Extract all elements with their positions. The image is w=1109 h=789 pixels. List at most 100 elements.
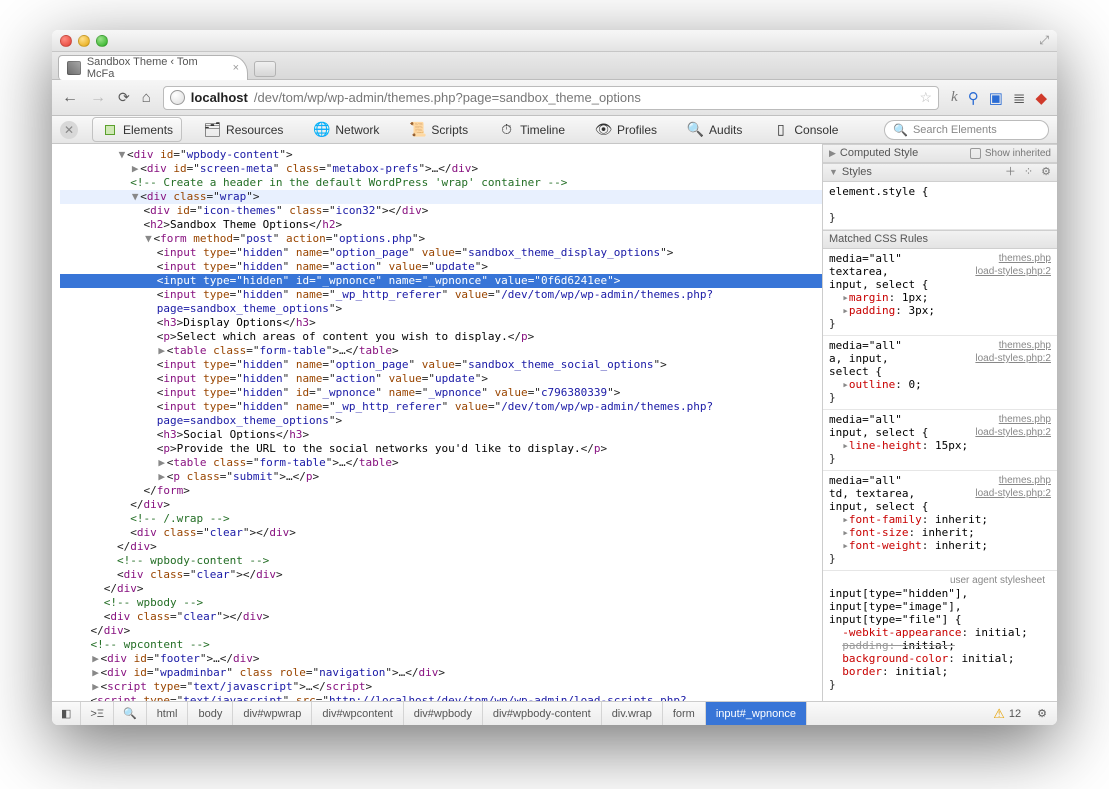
dom-line[interactable]: </form> <box>60 484 822 498</box>
breadcrumb-item[interactable]: div#wpwrap <box>233 702 312 725</box>
dom-line[interactable]: <!-- wpbody-content --> <box>60 554 822 568</box>
panel-resources[interactable]: 🗂Resources <box>196 118 291 141</box>
styles-header[interactable]: ▼ Styles ＋ ⁘ ⚙ <box>823 163 1057 182</box>
dock-close-button[interactable]: ✕ <box>60 121 78 139</box>
dom-line[interactable]: ▼<div class="wrap"> <box>60 190 822 204</box>
dom-line[interactable]: </div> <box>60 582 822 596</box>
panel-elements[interactable]: Elements <box>92 117 182 142</box>
dom-line[interactable]: <h3>Display Options</h3> <box>60 316 822 330</box>
warnings-count[interactable]: ⚠12 <box>987 706 1027 722</box>
dom-line[interactable]: ▼<div id="wpbody-content"> <box>60 148 822 162</box>
dom-line[interactable]: <!-- /.wrap --> <box>60 512 822 526</box>
gear-icon[interactable]: ⚙ <box>1041 166 1051 179</box>
dom-line[interactable]: <!-- Create a header in the default Word… <box>60 176 822 190</box>
favicon-icon <box>67 61 81 75</box>
element-style-rule[interactable]: element.style { } <box>823 182 1057 230</box>
breadcrumb-item[interactable]: div#wpbody <box>404 702 483 725</box>
panel-profiles[interactable]: 👁Profiles <box>587 118 665 141</box>
dom-line[interactable]: ▶<div id="wpadminbar" class role="naviga… <box>60 666 822 680</box>
dom-line[interactable]: </div> <box>60 498 822 512</box>
dom-line[interactable]: <input type="hidden" name="action" value… <box>60 372 822 386</box>
breadcrumb-item[interactable]: div#wpbody-content <box>483 702 602 725</box>
breadcrumb-item[interactable]: input#_wpnonce <box>706 702 807 725</box>
new-tab-button[interactable] <box>254 61 276 77</box>
bookmark-star-icon[interactable]: ☆ <box>919 89 932 106</box>
minimize-window-button[interactable] <box>78 35 90 47</box>
dom-line[interactable]: ▼<form method="post" action="options.php… <box>60 232 822 246</box>
address-bar[interactable]: localhost/dev/tom/wp/wp-admin/themes.php… <box>163 86 939 110</box>
search-elements-input[interactable]: 🔍Search Elements <box>884 120 1049 140</box>
zoom-window-button[interactable] <box>96 35 108 47</box>
dom-line[interactable]: </div> <box>60 624 822 638</box>
dom-line[interactable]: <!-- wpcontent --> <box>60 638 822 652</box>
show-console-icon[interactable]: >Ξ <box>81 702 114 725</box>
fullscreen-icon[interactable]: ⤢ <box>1039 33 1049 48</box>
extension-k-icon[interactable]: k <box>951 89 958 106</box>
devtools-toolbar: ✕ Elements 🗂Resources 🌐Network 📜Scripts … <box>52 116 1057 144</box>
add-rule-icon[interactable]: ＋ <box>1005 166 1016 179</box>
home-button[interactable]: ⌂ <box>142 89 151 106</box>
css-rule[interactable]: themes.phpmedia="all"load-styles.php:2a,… <box>823 336 1057 410</box>
close-tab-icon[interactable]: × <box>233 62 239 74</box>
dom-line[interactable]: <p>Select which areas of content you wis… <box>60 330 822 344</box>
panel-console[interactable]: ▯Console <box>764 118 846 141</box>
dom-line[interactable]: <div class="clear"></div> <box>60 526 822 540</box>
dom-line[interactable]: page=sandbox_theme_options"> <box>60 302 822 316</box>
panel-timeline[interactable]: ⏱Timeline <box>490 118 573 141</box>
breadcrumb-item[interactable]: div.wrap <box>602 702 663 725</box>
toggle-state-icon[interactable]: ⁘ <box>1024 166 1033 179</box>
panel-audits[interactable]: 🔍Audits <box>679 118 750 141</box>
computed-style-header[interactable]: ▶ Computed Style Show inherited <box>823 144 1057 163</box>
dom-line[interactable]: <h3>Social Options</h3> <box>60 428 822 442</box>
dom-line[interactable]: <!-- wpbody --> <box>60 596 822 610</box>
css-rule[interactable]: themes.phpmedia="all"load-styles.php:2te… <box>823 249 1057 336</box>
dom-line[interactable]: ▶<p class="submit">…</p> <box>60 470 822 484</box>
css-rule[interactable]: themes.phpmedia="all"load-styles.php:2td… <box>823 471 1057 571</box>
css-rule[interactable]: themes.phpmedia="all"load-styles.php:2in… <box>823 410 1057 471</box>
dom-line[interactable]: <input type="hidden" name="_wp_http_refe… <box>60 400 822 414</box>
ua-rule[interactable]: user agent stylesheet input[type="hidden… <box>823 571 1057 696</box>
dom-line[interactable]: <input type="hidden" name="action" value… <box>60 260 822 274</box>
show-inherited-toggle[interactable]: Show inherited <box>970 147 1051 160</box>
forward-button[interactable]: → <box>90 89 106 107</box>
dom-line[interactable]: <div class="clear"></div> <box>60 610 822 624</box>
dom-line[interactable]: <p>Provide the URL to the social network… <box>60 442 822 456</box>
dom-line[interactable]: <input type="hidden" id="_wpnonce" name=… <box>60 274 822 288</box>
extension-picker-icon[interactable]: ⚲ <box>968 89 979 107</box>
breadcrumb-item[interactable]: body <box>188 702 233 725</box>
extension-image-icon[interactable]: ▣ <box>989 89 1003 107</box>
dom-line[interactable]: <script type="text/javascript" src="http… <box>60 694 822 701</box>
close-window-button[interactable] <box>60 35 72 47</box>
dom-line[interactable]: <input type="hidden" id="_wpnonce" name=… <box>60 386 822 400</box>
dom-line[interactable]: <h2>Sandbox Theme Options</h2> <box>60 218 822 232</box>
dom-line[interactable]: <input type="hidden" name="option_page" … <box>60 246 822 260</box>
inspect-icon[interactable]: 🔍 <box>114 702 147 725</box>
extension-layers-icon[interactable]: ≣ <box>1013 89 1026 107</box>
dom-line[interactable]: ▶<script type="text/javascript">…</scrip… <box>60 680 822 694</box>
matched-rules-header: Matched CSS Rules <box>823 230 1057 249</box>
dom-line[interactable]: ▶<div id="footer">…</div> <box>60 652 822 666</box>
settings-gear-icon[interactable]: ⚙ <box>1027 707 1057 720</box>
dom-line[interactable]: ▶<table class="form-table">…</table> <box>60 456 822 470</box>
dom-line[interactable]: <input type="hidden" name="option_page" … <box>60 358 822 372</box>
breadcrumb-item[interactable]: div#wpcontent <box>312 702 403 725</box>
resources-icon: 🗂 <box>204 121 221 138</box>
dom-line[interactable]: ▶<table class="form-table">…</table> <box>60 344 822 358</box>
browser-tab[interactable]: Sandbox Theme ‹ Tom McFa × <box>58 55 248 80</box>
dom-tree[interactable]: ▼<div id="wpbody-content"> ▶<div id="scr… <box>52 144 822 701</box>
dom-line[interactable]: <div id="icon-themes" class="icon32"></d… <box>60 204 822 218</box>
dom-line[interactable]: page=sandbox_theme_options"> <box>60 414 822 428</box>
dom-line[interactable]: <div class="clear"></div> <box>60 568 822 582</box>
panel-scripts[interactable]: 📜Scripts <box>401 118 476 141</box>
dom-line[interactable]: ▶<div id="screen-meta" class="metabox-pr… <box>60 162 822 176</box>
dock-side-icon[interactable]: ◧ <box>52 702 81 725</box>
extension-adblock-icon[interactable]: ◆ <box>1035 89 1047 107</box>
breadcrumb-item[interactable]: html <box>147 702 189 725</box>
back-button[interactable]: ← <box>62 89 78 107</box>
panel-network[interactable]: 🌐Network <box>305 118 387 141</box>
console-icon: ▯ <box>772 121 789 138</box>
dom-line[interactable]: </div> <box>60 540 822 554</box>
dom-line[interactable]: <input type="hidden" name="_wp_http_refe… <box>60 288 822 302</box>
reload-button[interactable]: ⟳ <box>118 89 130 106</box>
breadcrumb-item[interactable]: form <box>663 702 706 725</box>
